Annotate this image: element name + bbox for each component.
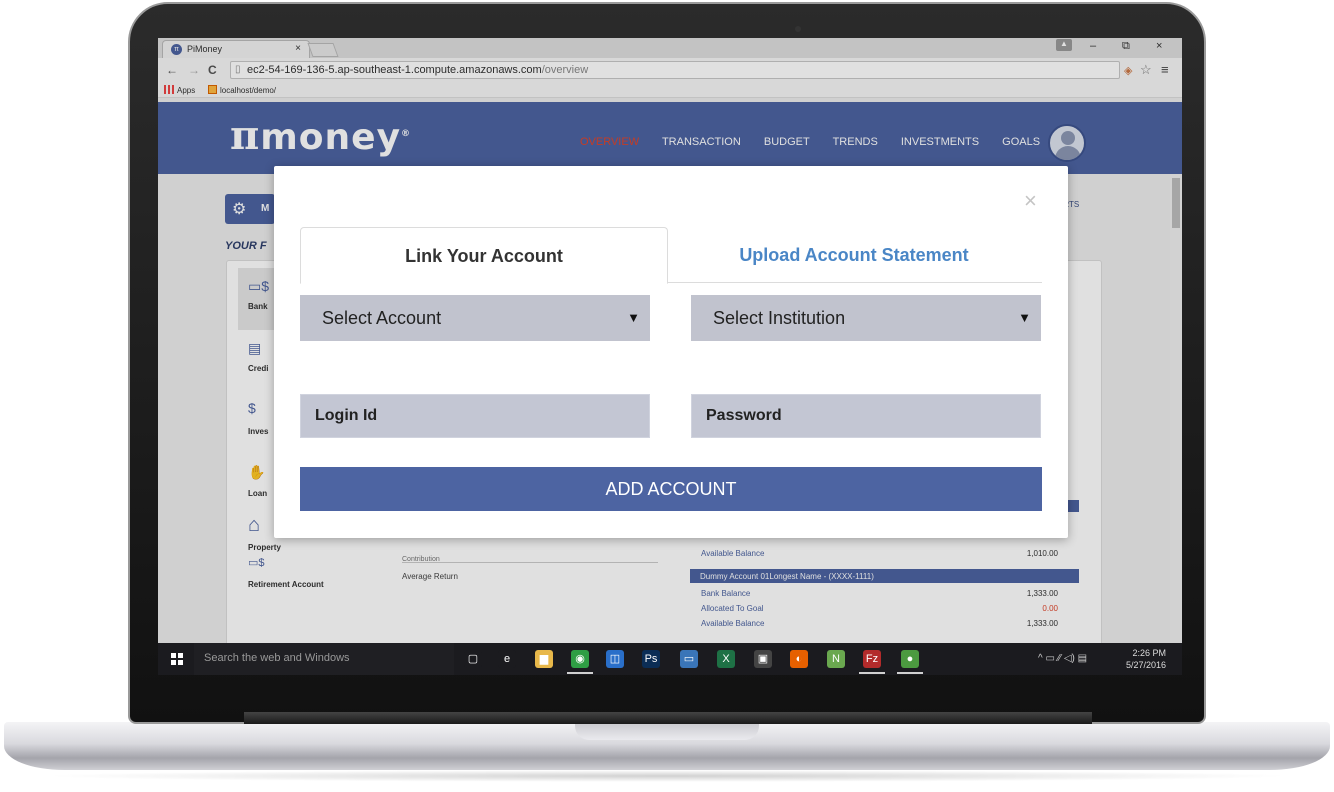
network-icon[interactable]: ▭ — [680, 650, 698, 668]
chevron-down-icon: ▼ — [627, 310, 640, 325]
running-app-indicator — [859, 672, 885, 674]
firefox-icon[interactable]: ◐ — [790, 650, 808, 668]
system-tray[interactable]: ^ ▭ ⁄⁄ ◁) ▤ — [1038, 653, 1087, 664]
password-input[interactable]: Password — [691, 394, 1041, 438]
photoshop-icon[interactable]: Ps — [642, 650, 660, 668]
laptop-shadow — [40, 770, 1294, 782]
taskbar-search-input[interactable]: Search the web and Windows — [194, 643, 454, 675]
login-id-input[interactable]: Login Id — [300, 394, 650, 438]
file-explorer-icon[interactable]: ▆ — [535, 650, 553, 668]
windows-start-icon[interactable] — [171, 653, 183, 665]
modal-tabs: Link Your Account Upload Account Stateme… — [300, 227, 1042, 284]
laptop-opening-notch — [575, 722, 759, 740]
select-institution-dropdown[interactable]: Select Institution ▼ — [691, 295, 1041, 341]
select-account-value: Select Account — [322, 308, 442, 328]
running-app-indicator — [567, 672, 593, 674]
select-institution-value: Select Institution — [713, 308, 846, 328]
outlook-icon[interactable]: ◫ — [606, 650, 624, 668]
webcam — [795, 26, 801, 32]
screen: π PiMoney × ▲ – ⧉ × ← → C ▯ ec2-54-169-1… — [158, 38, 1182, 675]
running-app-indicator — [897, 672, 923, 674]
close-icon[interactable]: × — [1024, 190, 1037, 212]
tab-link-your-account[interactable]: Link Your Account — [300, 227, 668, 284]
link-account-modal: × Link Your Account Upload Account State… — [274, 166, 1068, 538]
chevron-down-icon: ▼ — [1018, 310, 1031, 325]
excel-icon[interactable]: X — [717, 650, 735, 668]
edge-icon[interactable]: e — [498, 650, 516, 668]
task-view-icon[interactable]: ▢ — [464, 650, 482, 668]
laptop-hinge — [244, 712, 1092, 724]
store-icon[interactable]: ▣ — [754, 650, 772, 668]
notepadpp-icon[interactable]: N — [827, 650, 845, 668]
select-account-dropdown[interactable]: Select Account ▼ — [300, 295, 650, 341]
chrome-icon[interactable]: ◉ — [571, 650, 589, 668]
app-green-icon[interactable]: ● — [901, 650, 919, 668]
clock-time: 2:26 PM — [1132, 648, 1167, 658]
clock[interactable]: 2:26 PM 5/27/2016 — [1126, 647, 1166, 671]
clock-date: 5/27/2016 — [1126, 660, 1167, 670]
add-account-button[interactable]: ADD ACCOUNT — [300, 467, 1042, 511]
filezilla-icon[interactable]: Fz — [863, 650, 881, 668]
tab-upload-account-statement[interactable]: Upload Account Statement — [670, 227, 1038, 283]
windows-taskbar: Search the web and Windows ▢ e ▆ ◉ ◫ Ps ▭ X ▣ ◐ N F… — [158, 643, 1182, 675]
